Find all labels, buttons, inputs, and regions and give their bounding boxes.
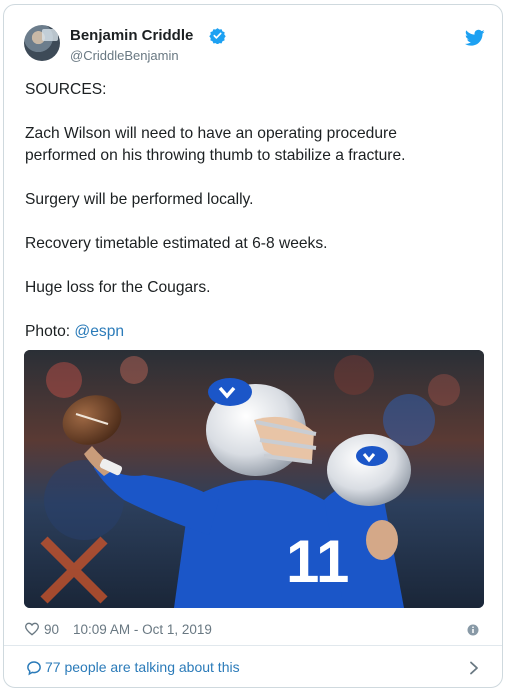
tweet-paragraph: Zach Wilson will need to have an operati… bbox=[25, 125, 406, 164]
verified-badge-icon bbox=[209, 28, 226, 44]
tweet-paragraph: Huge loss for the Cougars. bbox=[25, 279, 211, 296]
tweet-embed-card: Benjamin Criddle @CriddleBenjamin SOURCE… bbox=[3, 4, 503, 688]
tweet-header: Benjamin Criddle @CriddleBenjamin bbox=[4, 5, 502, 69]
twitter-bird-icon[interactable] bbox=[465, 29, 485, 47]
svg-text:11: 11 bbox=[286, 528, 349, 595]
football-player-photo: 11 bbox=[24, 350, 484, 608]
tweet-photo[interactable]: 11 bbox=[24, 350, 484, 608]
tweet-timestamp[interactable]: 10:09 AM - Oct 1, 2019 bbox=[73, 622, 212, 637]
tweet-text: SOURCES: Zach Wilson will need to have a… bbox=[25, 79, 465, 365]
info-icon[interactable] bbox=[467, 624, 479, 636]
speech-bubble-icon bbox=[27, 661, 41, 676]
author-avatar[interactable] bbox=[24, 25, 60, 61]
conversation-link[interactable]: 77 people are talking about this bbox=[45, 659, 240, 675]
heart-icon[interactable] bbox=[24, 621, 40, 637]
like-count[interactable]: 90 bbox=[44, 622, 59, 637]
tweet-paragraph: SOURCES: bbox=[25, 81, 107, 98]
photo-credit-line: Photo: @espn bbox=[25, 321, 465, 343]
tweet-meta: 90 10:09 AM - Oct 1, 2019 bbox=[24, 621, 212, 637]
espn-mention-link[interactable]: @espn bbox=[74, 323, 124, 340]
chevron-right-icon[interactable] bbox=[469, 661, 479, 675]
author-display-name[interactable]: Benjamin Criddle bbox=[70, 27, 193, 44]
tweet-paragraph: Recovery timetable estimated at 6-8 week… bbox=[25, 235, 328, 252]
photo-credit-label: Photo: bbox=[25, 323, 75, 340]
author-handle[interactable]: @CriddleBenjamin bbox=[70, 48, 179, 63]
tweet-paragraph: Surgery will be performed locally. bbox=[25, 191, 254, 208]
conversation-footer[interactable]: 77 people are talking about this bbox=[4, 646, 502, 687]
